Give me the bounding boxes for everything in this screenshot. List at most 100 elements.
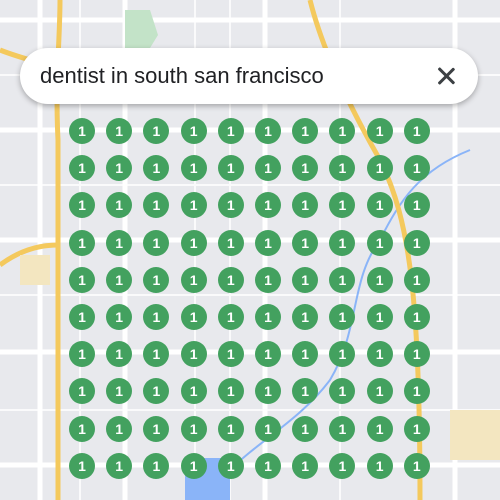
rank-pin[interactable]: 1 <box>143 192 170 219</box>
rank-pin[interactable]: 1 <box>217 118 244 144</box>
rank-pin[interactable]: 1 <box>217 229 244 256</box>
rank-pin[interactable]: 1 <box>403 378 430 405</box>
rank-pin[interactable]: 1 <box>292 341 319 368</box>
rank-pin[interactable]: 1 <box>255 378 281 405</box>
rank-pin[interactable]: 1 <box>217 266 244 293</box>
rank-pin[interactable]: 1 <box>366 341 393 368</box>
rank-pin[interactable]: 1 <box>292 229 319 256</box>
rank-pin[interactable]: 1 <box>255 266 281 293</box>
rank-pin[interactable]: 1 <box>292 452 319 479</box>
rank-pin[interactable]: 1 <box>69 415 95 442</box>
rank-pin[interactable]: 1 <box>143 304 170 330</box>
rank-pin[interactable]: 1 <box>366 155 393 182</box>
rank-pin[interactable]: 1 <box>143 415 170 442</box>
rank-pin[interactable]: 1 <box>106 341 133 368</box>
rank-pin[interactable]: 1 <box>329 229 356 256</box>
rank-pin[interactable]: 1 <box>69 118 95 144</box>
rank-pin[interactable]: 1 <box>217 341 244 368</box>
rank-pin[interactable]: 1 <box>366 118 393 144</box>
rank-pin[interactable]: 1 <box>329 452 356 479</box>
rank-pin[interactable]: 1 <box>366 266 393 293</box>
rank-pin[interactable]: 1 <box>255 341 281 368</box>
rank-pin[interactable]: 1 <box>255 304 281 330</box>
rank-pin[interactable]: 1 <box>329 192 356 219</box>
search-bar[interactable]: dentist in south san francisco <box>20 48 478 104</box>
rank-pin[interactable]: 1 <box>255 452 281 479</box>
rank-pin[interactable]: 1 <box>329 266 356 293</box>
rank-pin[interactable]: 1 <box>255 155 281 182</box>
rank-pin[interactable]: 1 <box>329 118 356 144</box>
rank-pin[interactable]: 1 <box>69 192 95 219</box>
rank-pin[interactable]: 1 <box>366 452 393 479</box>
rank-pin[interactable]: 1 <box>217 415 244 442</box>
rank-pin[interactable]: 1 <box>106 415 133 442</box>
rank-pin[interactable]: 1 <box>217 155 244 182</box>
rank-pin[interactable]: 1 <box>403 304 430 330</box>
rank-pin[interactable]: 1 <box>292 155 319 182</box>
rank-pin[interactable]: 1 <box>403 155 430 182</box>
rank-pin[interactable]: 1 <box>143 341 170 368</box>
rank-pin[interactable]: 1 <box>292 415 319 442</box>
rank-pin[interactable]: 1 <box>292 266 319 293</box>
rank-pin[interactable]: 1 <box>180 229 207 256</box>
rank-pin[interactable]: 1 <box>180 452 207 479</box>
rank-pin[interactable]: 1 <box>366 304 393 330</box>
rank-pin[interactable]: 1 <box>143 155 170 182</box>
rank-pin[interactable]: 1 <box>69 452 95 479</box>
search-input[interactable]: dentist in south san francisco <box>40 63 434 89</box>
rank-pin[interactable]: 1 <box>403 415 430 442</box>
rank-pin[interactable]: 1 <box>329 378 356 405</box>
rank-pin[interactable]: 1 <box>106 304 133 330</box>
rank-pin[interactable]: 1 <box>217 452 244 479</box>
rank-pin[interactable]: 1 <box>180 266 207 293</box>
rank-pin[interactable]: 1 <box>180 378 207 405</box>
rank-pin[interactable]: 1 <box>180 192 207 219</box>
rank-pin[interactable]: 1 <box>366 378 393 405</box>
rank-pin[interactable]: 1 <box>106 155 133 182</box>
rank-pin[interactable]: 1 <box>366 192 393 219</box>
rank-pin[interactable]: 1 <box>292 118 319 144</box>
rank-pin[interactable]: 1 <box>106 452 133 479</box>
rank-pin[interactable]: 1 <box>106 378 133 405</box>
rank-pin[interactable]: 1 <box>69 229 95 256</box>
rank-pin[interactable]: 1 <box>180 155 207 182</box>
rank-pin[interactable]: 1 <box>143 378 170 405</box>
rank-pin[interactable]: 1 <box>329 304 356 330</box>
rank-pin[interactable]: 1 <box>403 118 430 144</box>
rank-pin[interactable]: 1 <box>69 378 95 405</box>
rank-pin[interactable]: 1 <box>106 118 133 144</box>
rank-pin[interactable]: 1 <box>366 229 393 256</box>
rank-pin[interactable]: 1 <box>143 266 170 293</box>
rank-pin[interactable]: 1 <box>69 155 95 182</box>
rank-pin[interactable]: 1 <box>143 452 170 479</box>
rank-pin[interactable]: 1 <box>255 415 281 442</box>
rank-pin[interactable]: 1 <box>180 118 207 144</box>
rank-pin[interactable]: 1 <box>217 378 244 405</box>
rank-pin[interactable]: 1 <box>106 229 133 256</box>
rank-pin[interactable]: 1 <box>69 304 95 330</box>
rank-pin[interactable]: 1 <box>403 192 430 219</box>
rank-pin[interactable]: 1 <box>180 304 207 330</box>
rank-pin[interactable]: 1 <box>255 192 281 219</box>
rank-pin[interactable]: 1 <box>180 341 207 368</box>
rank-pin[interactable]: 1 <box>143 118 170 144</box>
rank-pin[interactable]: 1 <box>69 341 95 368</box>
rank-pin[interactable]: 1 <box>69 266 95 293</box>
close-icon[interactable] <box>434 64 458 88</box>
rank-pin[interactable]: 1 <box>217 304 244 330</box>
rank-pin[interactable]: 1 <box>403 452 430 479</box>
rank-pin[interactable]: 1 <box>292 378 319 405</box>
rank-pin[interactable]: 1 <box>106 192 133 219</box>
rank-pin[interactable]: 1 <box>217 192 244 219</box>
rank-pin[interactable]: 1 <box>143 229 170 256</box>
rank-pin[interactable]: 1 <box>255 118 281 144</box>
rank-pin[interactable]: 1 <box>366 415 393 442</box>
rank-pin[interactable]: 1 <box>329 341 356 368</box>
rank-pin[interactable]: 1 <box>403 229 430 256</box>
rank-pin[interactable]: 1 <box>292 304 319 330</box>
rank-pin[interactable]: 1 <box>329 415 356 442</box>
rank-pin[interactable]: 1 <box>255 229 281 256</box>
rank-pin[interactable]: 1 <box>180 415 207 442</box>
rank-pin[interactable]: 1 <box>403 341 430 368</box>
rank-pin[interactable]: 1 <box>292 192 319 219</box>
